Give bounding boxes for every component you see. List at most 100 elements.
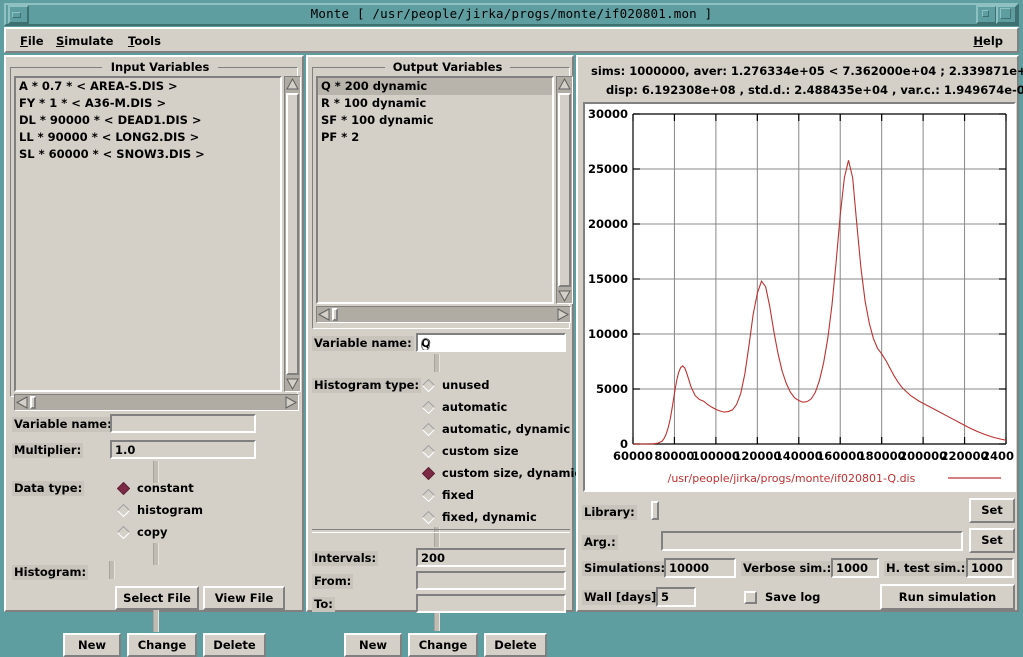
- hscroll-thumb-out[interactable]: [332, 308, 338, 321]
- form-separator-3: [109, 561, 115, 579]
- svg-text:10000: 10000: [588, 327, 628, 341]
- input-list-item[interactable]: LL * 90000 * < LONG2.DIS >: [16, 129, 280, 146]
- input-list-item[interactable]: A * 0.7 * < AREA-S.DIS >: [16, 78, 280, 95]
- input-variables-list[interactable]: A * 0.7 * < AREA-S.DIS > FY * 1 * < A36-M…: [14, 76, 282, 392]
- radio-data-type-constant[interactable]: [117, 482, 130, 495]
- mid-separator-1: [434, 354, 440, 372]
- hscroll-trough-out[interactable]: [317, 307, 570, 322]
- run-simulation-button[interactable]: Run simulation: [880, 584, 1015, 610]
- menu-tools[interactable]: Tools: [124, 33, 165, 49]
- output-new-button[interactable]: New: [344, 633, 402, 657]
- radio-data-type-histogram[interactable]: [117, 504, 130, 517]
- scroll-right-icon[interactable]: [283, 395, 298, 410]
- radio-hist-fixed-dynamic[interactable]: [422, 511, 435, 524]
- svg-text:240000: 240000: [982, 449, 1014, 463]
- radio-label-custom-size-dynamic[interactable]: custom size, dynamic: [442, 466, 581, 481]
- arg-field[interactable]: [661, 531, 963, 551]
- histogram-chart[interactable]: 0 5000 10000 15000 20000 25000 30000 60000 80000…: [583, 102, 1016, 492]
- view-file-button[interactable]: View File: [203, 586, 285, 610]
- menu-bar: FFileile Simulate Tools Help: [4, 27, 1019, 53]
- scroll-left-icon[interactable]: [317, 307, 332, 322]
- title-bar: Monte [ /usr/people/jirka/progs/monte/if…: [4, 3, 1019, 26]
- scroll-right-icon[interactable]: [555, 307, 570, 322]
- arg-set-button[interactable]: Set: [969, 528, 1015, 553]
- multiplier-label: Multiplier:: [12, 443, 84, 458]
- maximize-icon[interactable]: [996, 5, 1017, 24]
- input-list-vscrollbar[interactable]: [284, 76, 301, 392]
- scroll-up-icon[interactable]: [557, 77, 572, 92]
- radio-label-automatic-dynamic[interactable]: automatic, dynamic: [442, 422, 570, 437]
- radio-hist-unused[interactable]: [422, 379, 435, 392]
- intervals-field[interactable]: 200: [416, 548, 566, 567]
- radio-hist-automatic-dynamic[interactable]: [422, 423, 435, 436]
- verbose-label: Verbose sim.:: [741, 561, 834, 576]
- save-log-label[interactable]: Save log: [765, 590, 820, 605]
- output-variable-name-field[interactable]: Q: [416, 333, 566, 352]
- scroll-left-icon[interactable]: [15, 395, 30, 410]
- radio-hist-custom-size[interactable]: [422, 445, 435, 458]
- menu-help[interactable]: Help: [969, 33, 1007, 49]
- radio-label-automatic[interactable]: automatic: [442, 400, 507, 415]
- restore-icon[interactable]: [976, 5, 997, 24]
- input-list-item[interactable]: FY * 1 * < A36-M.DIS >: [16, 95, 280, 112]
- histogram-label: Histogram:: [12, 565, 89, 580]
- radio-label-histogram[interactable]: histogram: [137, 503, 203, 518]
- output-list-item[interactable]: Q * 200 dynamic: [318, 78, 552, 95]
- svg-text:5000: 5000: [596, 382, 628, 396]
- radio-label-fixed-dynamic[interactable]: fixed, dynamic: [442, 510, 537, 525]
- minimize-icon[interactable]: [8, 5, 29, 24]
- scroll-up-icon[interactable]: [285, 77, 300, 92]
- input-list-item[interactable]: DL * 90000 * < DEAD1.DIS >: [16, 112, 280, 129]
- vscroll-thumb[interactable]: [286, 93, 299, 375]
- vscroll-thumb-out[interactable]: [558, 93, 571, 287]
- menu-file[interactable]: FFileile: [16, 33, 48, 49]
- multiplier-field[interactable]: 1.0: [110, 440, 256, 459]
- output-list-hscrollbar[interactable]: [316, 306, 571, 323]
- wall-field[interactable]: 5: [656, 587, 696, 607]
- svg-text:20000: 20000: [588, 217, 628, 231]
- hscroll-trough[interactable]: [15, 395, 298, 410]
- input-variable-name-field[interactable]: [110, 414, 256, 433]
- input-list-item[interactable]: SL * 60000 * < SNOW3.DIS >: [16, 146, 280, 163]
- radio-label-custom-size[interactable]: custom size: [442, 444, 519, 459]
- mid-divider: [312, 529, 570, 533]
- radio-label-copy[interactable]: copy: [137, 525, 167, 540]
- from-field[interactable]: [416, 571, 566, 590]
- hscroll-thumb[interactable]: [30, 396, 36, 409]
- output-change-button[interactable]: Change: [408, 633, 478, 657]
- svg-text:/usr/people/jirka/progs/monte/: /usr/people/jirka/progs/monte/if020801-Q…: [668, 472, 916, 485]
- input-list-hscrollbar[interactable]: [14, 394, 299, 411]
- radio-hist-automatic[interactable]: [422, 401, 435, 414]
- save-log-checkbox[interactable]: [744, 591, 757, 604]
- radio-label-unused[interactable]: unused: [442, 378, 489, 393]
- radio-label-constant[interactable]: constant: [137, 481, 194, 496]
- output-list-item[interactable]: SF * 100 dynamic: [318, 112, 552, 129]
- radio-data-type-copy[interactable]: [117, 526, 130, 539]
- simulations-field[interactable]: 10000: [664, 558, 736, 578]
- input-new-button[interactable]: New: [63, 633, 121, 657]
- input-variables-title: Input Variables: [102, 60, 218, 75]
- output-variables-list[interactable]: Q * 200 dynamic R * 100 dynamic SF * 100 d…: [316, 76, 554, 304]
- output-list-item[interactable]: R * 100 dynamic: [318, 95, 552, 112]
- library-option-widget[interactable]: [651, 501, 659, 520]
- radio-hist-fixed[interactable]: [422, 489, 435, 502]
- scroll-down-icon[interactable]: [557, 288, 572, 303]
- radio-label-fixed[interactable]: fixed: [442, 488, 474, 503]
- wall-label: Wall [days]:: [582, 590, 664, 605]
- select-file-button[interactable]: Select File: [115, 586, 199, 610]
- menu-simulate[interactable]: Simulate: [52, 33, 117, 49]
- library-label: Library:: [582, 505, 637, 520]
- to-field[interactable]: [416, 594, 566, 613]
- simulations-label: Simulations:: [582, 561, 668, 576]
- htest-field[interactable]: 1000: [966, 558, 1014, 578]
- input-change-button[interactable]: Change: [127, 633, 197, 657]
- radio-hist-custom-size-dynamic[interactable]: [422, 467, 435, 480]
- output-delete-button[interactable]: Delete: [484, 633, 547, 657]
- verbose-field[interactable]: 1000: [831, 558, 879, 578]
- input-delete-button[interactable]: Delete: [203, 633, 266, 657]
- output-list-item[interactable]: PF * 2: [318, 129, 552, 146]
- scroll-down-icon[interactable]: [285, 376, 300, 391]
- library-set-button[interactable]: Set: [969, 498, 1015, 523]
- htest-label: H. test sim.:: [884, 561, 968, 576]
- output-list-vscrollbar[interactable]: [556, 76, 573, 304]
